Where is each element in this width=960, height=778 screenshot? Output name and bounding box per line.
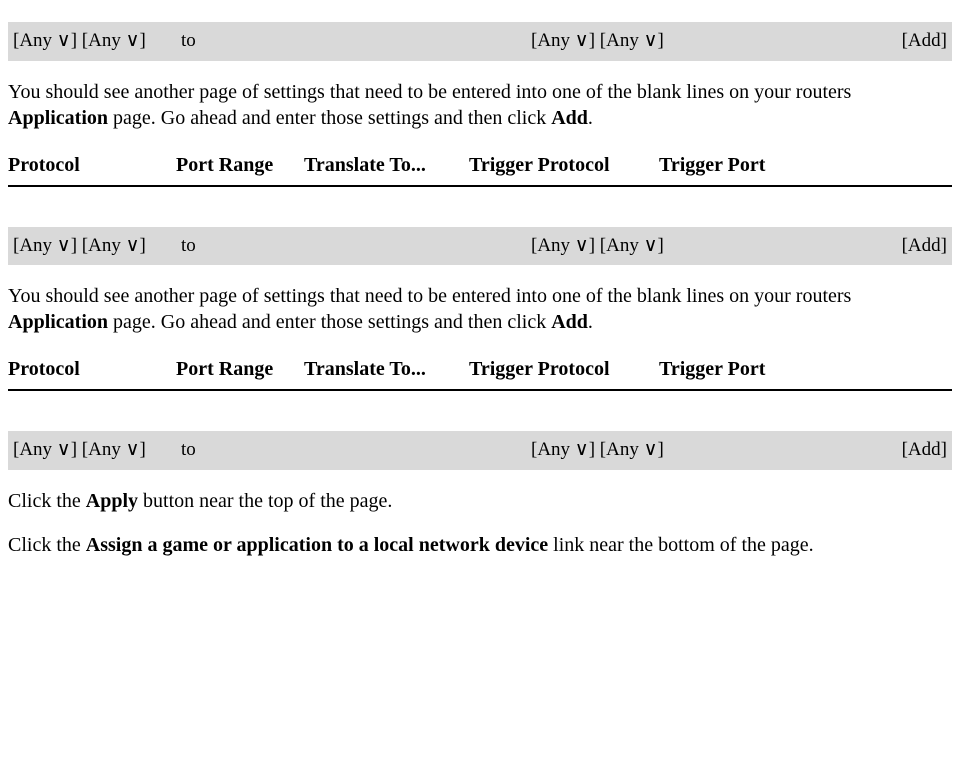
separator xyxy=(8,185,952,187)
text: You should see another page of settings … xyxy=(8,285,851,307)
text: . xyxy=(588,107,593,129)
trigger-protocol-dropdowns[interactable]: [Any ∨] [Any ∨] xyxy=(531,28,821,55)
header-triggerport: Trigger Port xyxy=(659,355,952,383)
text: Click the xyxy=(8,490,86,512)
text: button near the top of the page. xyxy=(138,490,392,512)
protocol-dropdowns[interactable]: [Any ∨] [Any ∨] xyxy=(13,437,181,464)
to-label: to xyxy=(181,233,531,260)
add-button[interactable]: [Add] xyxy=(821,233,947,260)
to-label: to xyxy=(181,437,531,464)
header-portrange: Port Range xyxy=(176,355,304,383)
text: page. Go ahead and enter those settings … xyxy=(108,311,551,333)
settings-row-2: [Any ∨] [Any ∨] to [Any ∨] [Any ∨] [Add] xyxy=(8,227,952,266)
apply-bold: Apply xyxy=(86,490,138,512)
instruction-text-2: You should see another page of settings … xyxy=(8,283,952,335)
text: page. Go ahead and enter those settings … xyxy=(108,107,551,129)
text: link near the bottom of the page. xyxy=(548,534,813,556)
header-translate: Translate To... xyxy=(304,151,469,179)
add-bold: Add xyxy=(551,311,588,333)
assign-link-bold: Assign a game or application to a local … xyxy=(86,534,548,556)
separator xyxy=(8,389,952,391)
instruction-text-3: Click the Apply button near the top of t… xyxy=(8,488,952,514)
table-header-2: Protocol Port Range Translate To... Trig… xyxy=(8,353,952,385)
to-label: to xyxy=(181,28,531,55)
add-bold: Add xyxy=(551,107,588,129)
application-bold: Application xyxy=(8,311,108,333)
protocol-dropdowns[interactable]: [Any ∨] [Any ∨] xyxy=(13,233,181,260)
trigger-protocol-dropdowns[interactable]: [Any ∨] [Any ∨] xyxy=(531,233,821,260)
text: . xyxy=(588,311,593,333)
header-triggerport: Trigger Port xyxy=(659,151,952,179)
text: You should see another page of settings … xyxy=(8,81,851,103)
add-button[interactable]: [Add] xyxy=(821,28,947,55)
instruction-text-1: You should see another page of settings … xyxy=(8,79,952,131)
header-portrange: Port Range xyxy=(176,151,304,179)
settings-row-3: [Any ∨] [Any ∨] to [Any ∨] [Any ∨] [Add] xyxy=(8,431,952,470)
add-button[interactable]: [Add] xyxy=(821,437,947,464)
header-triggerproto: Trigger Protocol xyxy=(469,355,659,383)
header-protocol: Protocol xyxy=(8,151,176,179)
header-triggerproto: Trigger Protocol xyxy=(469,151,659,179)
text: Click the xyxy=(8,534,86,556)
instruction-text-4: Click the Assign a game or application t… xyxy=(8,532,952,558)
table-header-1: Protocol Port Range Translate To... Trig… xyxy=(8,149,952,181)
settings-row-1: [Any ∨] [Any ∨] to [Any ∨] [Any ∨] [Add] xyxy=(8,22,952,61)
application-bold: Application xyxy=(8,107,108,129)
protocol-dropdowns[interactable]: [Any ∨] [Any ∨] xyxy=(13,28,181,55)
trigger-protocol-dropdowns[interactable]: [Any ∨] [Any ∨] xyxy=(531,437,821,464)
header-protocol: Protocol xyxy=(8,355,176,383)
header-translate: Translate To... xyxy=(304,355,469,383)
